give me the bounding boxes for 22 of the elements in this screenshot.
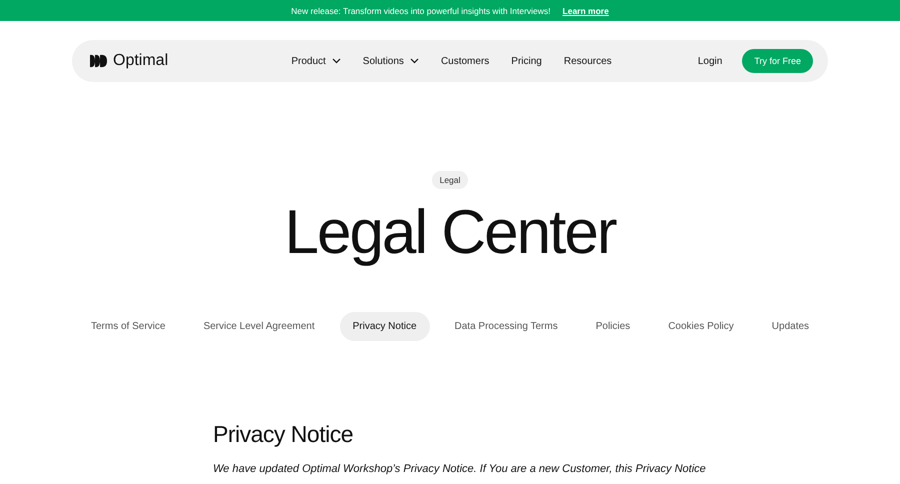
tab[interactable]: Updates: [758, 312, 822, 342]
nav-item[interactable]: Customers: [440, 56, 490, 66]
page-title: Legal Center: [284, 199, 616, 268]
logo-icon: [90, 54, 107, 68]
tab[interactable]: Service Level Agreement: [190, 312, 328, 342]
tab[interactable]: Terms of Service: [78, 312, 178, 342]
legal-badge: Legal: [432, 171, 468, 189]
chevron-down-icon: [332, 58, 341, 64]
tab[interactable]: Cookies Policy: [655, 312, 747, 342]
nav-item[interactable]: Product: [291, 56, 341, 66]
section-heading: Privacy Notice: [213, 421, 354, 448]
nav-item[interactable]: Pricing: [511, 56, 542, 66]
tab[interactable]: Data Processing Terms: [442, 312, 571, 342]
login-link[interactable]: Login: [698, 56, 722, 66]
intro-paragraph: We have updated Optimal Workshop’s Privacy Notice. If You are a new Customer, this Privacy Notice: [213, 462, 707, 478]
announcement-text: New release: Transform videos into powerful insights with Interviews!: [291, 6, 551, 16]
tab[interactable]: Privacy Notice: [340, 312, 430, 342]
chevron-down-icon: [410, 58, 419, 64]
nav-item[interactable]: Solutions: [362, 56, 419, 66]
tab[interactable]: Policies: [582, 312, 644, 342]
nav-item[interactable]: Resources: [564, 56, 612, 66]
brand-name: Optimal: [113, 52, 168, 70]
